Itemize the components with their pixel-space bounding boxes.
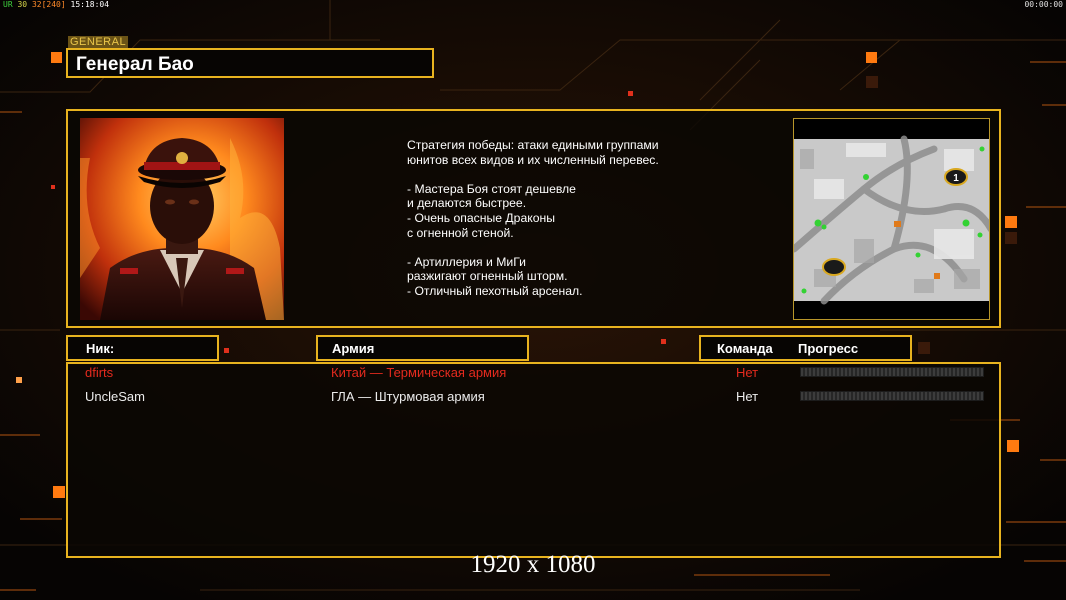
player-nick: UncleSam (85, 389, 145, 404)
army-header: Армия (332, 341, 375, 356)
hud-fps2: 32 (31, 0, 42, 9)
general-tag: GENERAL (68, 36, 129, 48)
minimap[interactable]: 1 (793, 118, 990, 320)
nick-header: Ник: (86, 341, 115, 356)
start-marker-label: 1 (953, 173, 959, 184)
resolution-label: 1920 x 1080 (470, 551, 596, 578)
player-team[interactable]: Нет (736, 389, 758, 404)
player-army[interactable]: Китай — Термическая армия (331, 365, 506, 380)
general-description: Стратегия победы: атаки едиными группами… (407, 138, 659, 298)
hud-fps3: [240] (41, 0, 66, 9)
hud-tag: UR (3, 0, 13, 9)
team-header: Команда (717, 341, 773, 356)
hud-clock: 15:18:04 (70, 0, 110, 9)
team-progress-header-box: Команда Прогресс (699, 335, 912, 361)
start-position-1[interactable]: 1 (944, 168, 968, 186)
nick-header-box: Ник: (66, 335, 219, 361)
player-nick: dfirts (85, 365, 114, 380)
general-portrait (80, 118, 284, 320)
player-army[interactable]: ГЛА — Штурмовая армия (331, 389, 485, 404)
general-name: Генерал Бао (76, 54, 194, 75)
general-title-box: Генерал Бао (66, 48, 434, 78)
player-team[interactable]: Нет (736, 365, 758, 380)
hud-timer: 00:00:00 (1024, 0, 1063, 9)
army-header-box: Армия (316, 335, 529, 361)
progress-header: Прогресс (798, 341, 859, 356)
player-progress-bar (800, 391, 984, 401)
start-position-2[interactable] (822, 258, 846, 276)
player-progress-bar (800, 367, 984, 377)
hud-left: UR 30 32[240] 15:18:04 (3, 0, 109, 9)
hud-fps: 30 (17, 0, 28, 9)
